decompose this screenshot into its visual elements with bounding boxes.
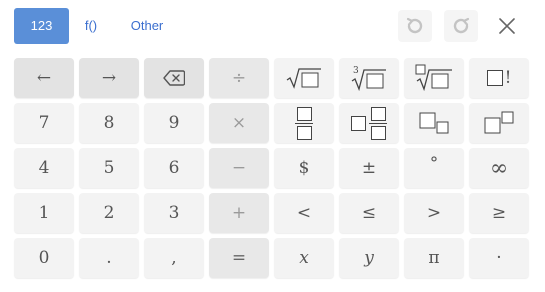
undo-icon — [406, 17, 423, 34]
degree-symbol: ° — [429, 154, 439, 174]
decimal-point-key[interactable]: . — [79, 238, 139, 278]
variable-x-key[interactable]: x — [274, 238, 334, 278]
backspace-icon — [163, 70, 185, 86]
fraction-key[interactable] — [274, 103, 334, 143]
digit-1-key[interactable]: 1 — [14, 193, 74, 233]
less-equal-key[interactable]: ≤ — [339, 193, 399, 233]
subscript-icon — [419, 112, 449, 134]
digit-0-key[interactable]: 0 — [14, 238, 74, 278]
mixed-fraction-icon — [351, 106, 387, 140]
square-root-icon — [286, 68, 321, 89]
arrow-left-key[interactable]: ← — [14, 58, 74, 98]
cube-root-icon: 3 — [351, 66, 386, 92]
digit-2-key[interactable]: 2 — [79, 193, 139, 233]
infinity-key[interactable]: ∞ — [469, 148, 529, 188]
digit-4-key[interactable]: 4 — [14, 148, 74, 188]
minus-key[interactable]: − — [209, 148, 269, 188]
digit-8-key[interactable]: 8 — [79, 103, 139, 143]
nth-root-key[interactable] — [404, 58, 464, 98]
greater-than-key[interactable]: > — [404, 193, 464, 233]
factorial-symbol: ! — [504, 68, 512, 88]
greater-equal-key[interactable]: ≥ — [469, 193, 529, 233]
pi-key[interactable]: π — [404, 238, 464, 278]
factorial-key[interactable]: ! — [469, 58, 529, 98]
arrow-right-key[interactable]: → — [79, 58, 139, 98]
dollar-key[interactable]: $ — [274, 148, 334, 188]
digit-9-key[interactable]: 9 — [144, 103, 204, 143]
cube-root-key[interactable]: 3 — [339, 58, 399, 98]
close-icon — [499, 18, 515, 34]
close-button[interactable] — [490, 10, 524, 42]
multiply-key[interactable]: × — [209, 103, 269, 143]
plus-key[interactable]: + — [209, 193, 269, 233]
redo-button[interactable] — [444, 10, 478, 42]
mixed-fraction-key[interactable] — [339, 103, 399, 143]
square-root-key[interactable] — [274, 58, 334, 98]
subscript-key[interactable] — [404, 103, 464, 143]
plus-minus-key[interactable]: ± — [339, 148, 399, 188]
variable-y-key[interactable]: y — [339, 238, 399, 278]
fraction-icon — [295, 106, 313, 140]
backspace-key[interactable] — [144, 58, 204, 98]
root-index-label: 3 — [353, 66, 359, 76]
comma-key[interactable]: , — [144, 238, 204, 278]
cdot-key[interactable]: · — [469, 238, 529, 278]
digit-6-key[interactable]: 6 — [144, 148, 204, 188]
undo-button[interactable] — [398, 10, 432, 42]
superscript-key[interactable] — [469, 103, 529, 143]
digit-5-key[interactable]: 5 — [79, 148, 139, 188]
tab-123[interactable]: 123 — [14, 8, 69, 44]
degree-key[interactable]: ° — [404, 148, 464, 188]
superscript-icon — [484, 111, 514, 134]
tab-functions[interactable]: f() — [76, 8, 106, 44]
redo-icon — [453, 17, 470, 34]
tab-other[interactable]: Other — [122, 8, 172, 44]
nth-root-icon — [415, 64, 452, 92]
divide-key[interactable]: ÷ — [209, 58, 269, 98]
digit-3-key[interactable]: 3 — [144, 193, 204, 233]
less-than-key[interactable]: < — [274, 193, 334, 233]
keyboard-toolbar: 123 f() Other — [0, 0, 545, 52]
digit-7-key[interactable]: 7 — [14, 103, 74, 143]
equals-key[interactable]: = — [209, 238, 269, 278]
placeholder-box — [486, 70, 503, 86]
